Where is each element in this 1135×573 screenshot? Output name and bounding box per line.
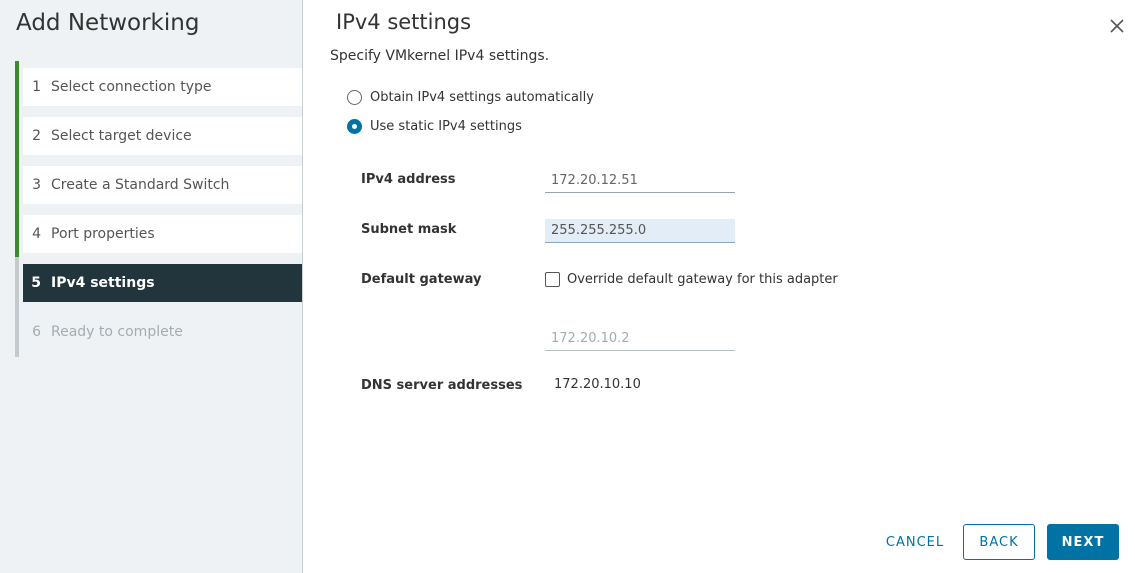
dns-server-addresses-value: 172.20.10.10 [554,377,641,392]
pending-steps-bar [15,257,19,357]
close-icon [1110,19,1124,33]
radio-checked-icon[interactable] [347,119,362,134]
default-gateway-input [545,327,735,351]
step-label: Ready to complete [51,324,183,340]
step-create-standard-switch[interactable]: 3 Create a Standard Switch [23,166,302,204]
step-number: 6 [32,324,41,340]
step-ipv4-settings[interactable]: 5 IPv4 settings [23,264,302,302]
wizard-title: Add Networking [16,10,200,36]
default-gateway-label: Default gateway [361,272,482,287]
step-number: 2 [32,128,41,144]
step-number: 5 [31,275,41,291]
page-title: IPv4 settings [336,10,472,34]
subnet-mask-input[interactable] [545,219,735,243]
radio-obtain-automatically[interactable]: Obtain IPv4 settings automatically [347,90,594,105]
completed-steps-bar [15,61,19,257]
step-label: Select target device [51,128,192,144]
page-subtitle: Specify VMkernel IPv4 settings. [330,48,550,64]
subnet-mask-label: Subnet mask [361,222,457,237]
step-label: IPv4 settings [51,275,155,291]
ipv4-address-input[interactable] [545,169,735,193]
cancel-button[interactable]: CANCEL [880,524,950,560]
step-number: 4 [32,226,41,242]
step-label: Port properties [51,226,155,242]
checkbox-label: Override default gateway for this adapte… [567,272,838,287]
checkbox-unchecked-icon[interactable] [545,272,560,287]
radio-label: Use static IPv4 settings [370,119,522,134]
wizard-steps: 1 Select connection type 2 Select target… [15,61,303,357]
step-port-properties[interactable]: 4 Port properties [23,215,302,253]
wizard-content: IPv4 settings Specify VMkernel IPv4 sett… [303,0,1135,573]
step-label: Create a Standard Switch [51,177,230,193]
step-select-target-device[interactable]: 2 Select target device [23,117,302,155]
radio-use-static[interactable]: Use static IPv4 settings [347,119,522,134]
back-button[interactable]: BACK [963,524,1035,560]
wizard-sidebar: Add Networking 1 Select connection type … [0,0,303,573]
radio-unchecked-icon[interactable] [347,90,362,105]
dns-server-addresses-label: DNS server addresses [361,378,523,393]
step-number: 1 [32,79,41,95]
step-label: Select connection type [51,79,212,95]
close-button[interactable] [1107,16,1127,36]
radio-label: Obtain IPv4 settings automatically [370,90,594,105]
ipv4-address-label: IPv4 address [361,172,456,187]
override-gateway-checkbox[interactable]: Override default gateway for this adapte… [545,272,838,287]
step-select-connection-type[interactable]: 1 Select connection type [23,68,302,106]
step-ready-to-complete: 6 Ready to complete [23,313,302,351]
step-number: 3 [32,177,41,193]
add-networking-dialog: Add Networking 1 Select connection type … [0,0,1135,573]
next-button[interactable]: NEXT [1047,524,1119,560]
